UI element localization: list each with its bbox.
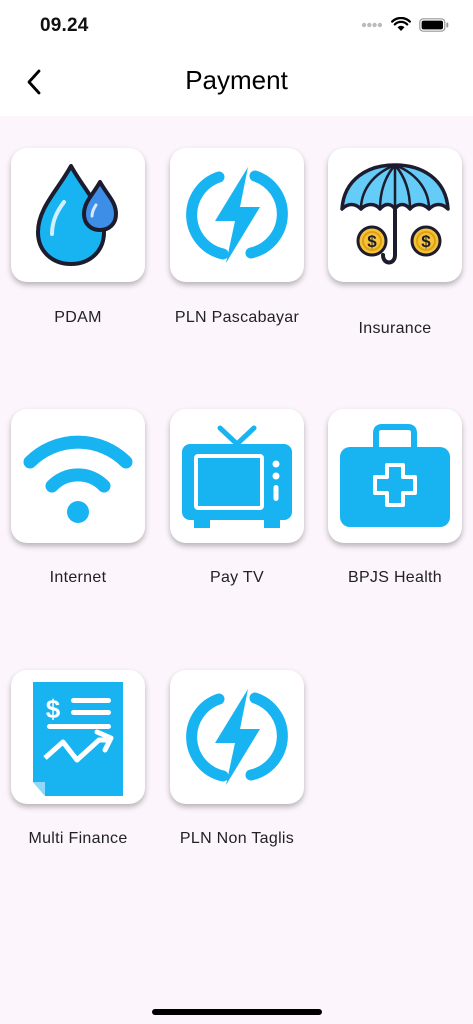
signal-dots-icon <box>361 22 383 27</box>
umbrella-coins-icon: $ $ <box>340 163 450 265</box>
status-icons <box>361 17 449 32</box>
menu-item-bpjs-health[interactable] <box>328 409 462 543</box>
menu-item-label: Insurance <box>358 320 432 337</box>
water-drop-icon <box>36 164 118 266</box>
svg-text:$: $ <box>367 232 377 251</box>
wifi-icon <box>23 435 133 523</box>
home-indicator <box>152 1009 322 1015</box>
svg-text:$: $ <box>421 232 431 251</box>
navigation-bar: Payment <box>0 50 473 116</box>
battery-icon <box>419 17 449 32</box>
status-time: 09.24 <box>40 15 89 36</box>
menu-item-pln-pascabayar[interactable] <box>170 148 304 282</box>
menu-item-pln-non-taglis[interactable] <box>170 670 304 804</box>
menu-item-label: Internet <box>49 569 107 586</box>
menu-item-label: Multi Finance <box>28 830 128 847</box>
menu-item-pay-tv[interactable] <box>170 409 304 543</box>
wifi-status-icon <box>391 17 411 31</box>
menu-item-label: PLN Pascabayar <box>174 309 300 326</box>
status-bar: 09.24 <box>0 0 473 50</box>
tv-icon <box>182 425 292 528</box>
menu-item-label: BPJS Health <box>347 569 442 586</box>
medical-kit-icon <box>340 424 450 527</box>
menu-item-label: PLN Non Taglis <box>179 830 295 847</box>
menu-item-multi-finance[interactable]: $ <box>11 670 145 804</box>
menu-item-insurance[interactable]: $ $ <box>328 148 462 282</box>
finance-document-icon: $ <box>33 682 123 796</box>
page-title: Payment <box>185 65 288 95</box>
payment-menu-grid: PDAM PLN Pascabayar $ $ Insurance Intern… <box>0 116 473 1024</box>
menu-item-label: Pay TV <box>210 569 264 586</box>
lightning-icon <box>186 167 288 263</box>
svg-text:$: $ <box>46 694 61 724</box>
menu-item-internet[interactable] <box>11 409 145 543</box>
menu-item-label: PDAM <box>54 309 102 326</box>
lightning-icon <box>186 689 288 785</box>
menu-item-pdam[interactable] <box>11 148 145 282</box>
